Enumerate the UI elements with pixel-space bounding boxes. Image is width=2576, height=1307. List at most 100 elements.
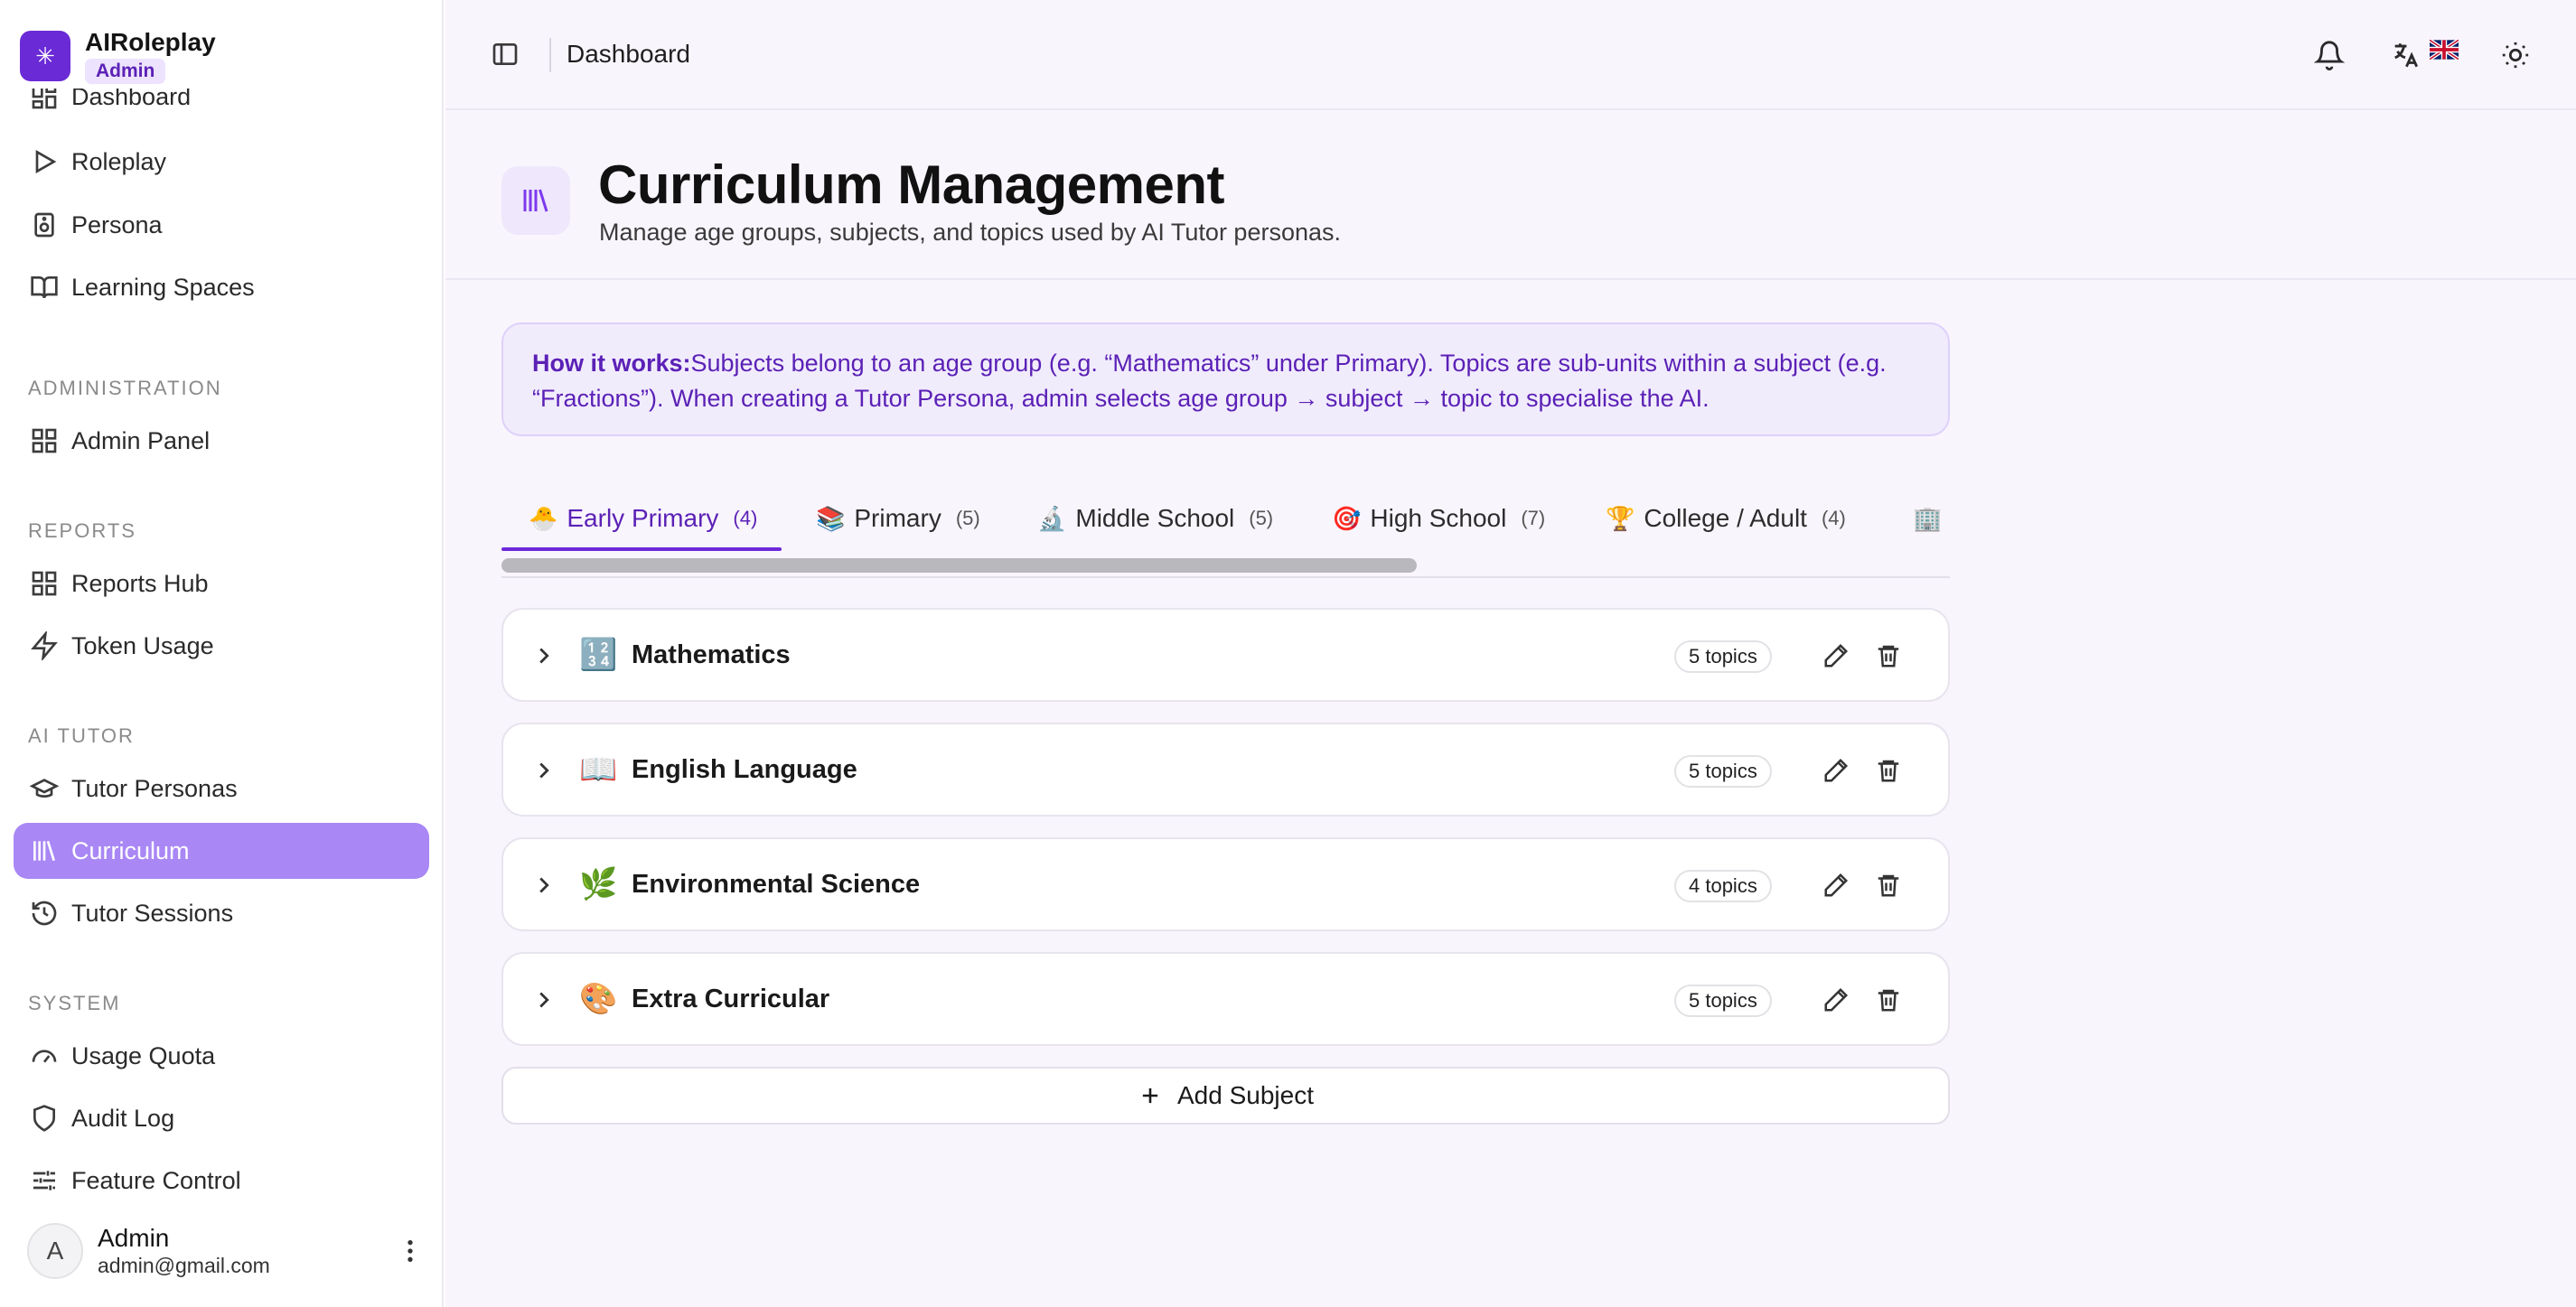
trash-icon[interactable] <box>1875 872 1902 899</box>
subject-name: English Language <box>632 755 857 784</box>
palette-icon: 🎨 <box>579 982 618 1016</box>
more-vertical-icon[interactable] <box>396 1237 425 1265</box>
subject-name: Extra Curricular <box>632 985 830 1013</box>
subject-row-mathematics[interactable]: 🔢 Mathematics 5 topics <box>501 608 1950 702</box>
sidebar-item-reports-hub[interactable]: Reports Hub <box>14 555 429 611</box>
speaker-icon <box>34 212 54 238</box>
chevron-right-icon[interactable] <box>530 642 557 669</box>
sidebar-item-tutor-personas[interactable]: Tutor Personas <box>14 761 429 817</box>
info-text: Subjects belong to an age group (e.g. “M… <box>532 350 1887 412</box>
page-subtitle: Manage age groups, subjects, and topics … <box>599 219 1342 246</box>
section-reports: REPORTS <box>28 519 136 542</box>
user-email: admin@gmail.com <box>98 1254 270 1277</box>
trash-icon[interactable] <box>1875 986 1902 1013</box>
bell-icon[interactable] <box>2314 40 2345 70</box>
pencil-icon[interactable] <box>1822 872 1850 899</box>
add-subject-button[interactable]: Add Subject <box>501 1067 1950 1125</box>
sidebar-item-label: Admin Panel <box>71 426 211 454</box>
tab-count: (5) <box>1249 507 1274 529</box>
section-system: SYSTEM <box>28 992 121 1014</box>
sidebar-item-label: Dashboard <box>71 89 192 110</box>
trash-icon[interactable] <box>1875 757 1902 784</box>
sidebar-item-curriculum[interactable]: Curriculum <box>14 823 429 879</box>
section-ai-tutor: AI TUTOR <box>28 724 135 747</box>
tabs-scrollbar[interactable] <box>501 558 1950 574</box>
subject-row-extra-curricular[interactable]: 🎨 Extra Curricular 5 topics <box>501 952 1950 1046</box>
sidebar-item-admin-panel[interactable]: Admin Panel <box>14 413 429 469</box>
chevron-right-icon[interactable] <box>530 872 557 899</box>
sidebar-nav: Dashboard Roleplay Persona Learning Spac… <box>0 89 444 1201</box>
sidebar-item-feature-control[interactable]: Feature Control <box>14 1153 429 1201</box>
role-badge: Admin <box>85 59 166 84</box>
tabs-divider <box>501 576 1950 578</box>
active-tab-indicator <box>501 547 782 551</box>
sidebar-item-label: Tutor Sessions <box>71 899 234 927</box>
layout-dashboard-icon <box>32 89 57 109</box>
tabs-scrollbar-thumb[interactable] <box>501 558 1417 573</box>
sidebar-toggle-icon[interactable] <box>491 40 520 69</box>
herb-icon: 🌿 <box>579 867 618 901</box>
topbar: Dashboard <box>445 0 2576 110</box>
history-icon <box>32 901 57 926</box>
sidebar: ✳ AIRoleplay Admin Dashboard Roleplay Pe… <box>0 0 444 1307</box>
shield-icon <box>33 1105 55 1132</box>
play-icon <box>35 150 57 173</box>
user-info: Admin admin@gmail.com <box>98 1224 270 1278</box>
pencil-icon[interactable] <box>1822 757 1850 784</box>
pencil-icon[interactable] <box>1822 986 1850 1013</box>
sidebar-item-usage-quota[interactable]: Usage Quota <box>14 1028 429 1084</box>
brand-text: AIRoleplay Admin <box>85 28 216 84</box>
section-administration: ADMINISTRATION <box>28 377 222 399</box>
page-title: Curriculum Management <box>598 154 1224 215</box>
add-subject-label: Add Subject <box>1177 1081 1314 1109</box>
chick-icon: 🐣 <box>529 504 558 532</box>
microscope-icon: 🔬 <box>1037 504 1067 532</box>
subject-name: Mathematics <box>632 640 791 669</box>
sidebar-item-roleplay[interactable]: Roleplay <box>14 134 429 190</box>
sidebar-item-label: Learning Spaces <box>71 273 255 301</box>
translate-icon[interactable] <box>2390 40 2421 70</box>
subject-row-environmental-science[interactable]: 🌿 Environmental Science 4 topics <box>501 837 1950 931</box>
tab-middle-school[interactable]: 🔬 Middle School (5) <box>1037 497 1273 540</box>
brand[interactable]: ✳ AIRoleplay Admin <box>20 28 216 84</box>
pencil-icon[interactable] <box>1822 642 1850 669</box>
sliders-icon <box>33 1171 55 1190</box>
trash-icon[interactable] <box>1875 642 1902 669</box>
grid-icon <box>32 571 57 596</box>
sidebar-item-tutor-sessions[interactable]: Tutor Sessions <box>14 885 429 941</box>
flag-uk-icon[interactable] <box>2430 40 2459 60</box>
sidebar-item-token-usage[interactable]: Token Usage <box>14 618 429 674</box>
chevron-right-icon[interactable] <box>530 986 557 1013</box>
library-icon <box>33 840 55 862</box>
sidebar-item-label: Reports Hub <box>71 569 209 597</box>
chevron-right-icon[interactable] <box>530 757 557 784</box>
tab-label: College / Adult <box>1644 504 1807 532</box>
sidebar-item-audit-log[interactable]: Audit Log <box>14 1090 429 1146</box>
sidebar-item-persona[interactable]: Persona <box>14 197 429 253</box>
main-content: Dashboard Curriculum Management Manage a… <box>445 0 2576 1307</box>
subject-row-english-language[interactable]: 📖 English Language 5 topics <box>501 723 1950 817</box>
book-open-icon <box>31 276 58 299</box>
numbers-icon: 🔢 <box>579 638 618 672</box>
gauge-icon <box>32 1050 57 1063</box>
sidebar-item-learning-spaces[interactable]: Learning Spaces <box>14 259 429 315</box>
open-book-icon: 📖 <box>579 752 618 787</box>
sidebar-item-dashboard[interactable]: Dashboard <box>14 89 429 125</box>
tab-early-primary[interactable]: 🐣 Early Primary (4) <box>529 497 757 540</box>
avatar: A <box>27 1223 83 1279</box>
topic-count-badge: 5 topics <box>1674 985 1772 1017</box>
user-profile[interactable]: A Admin admin@gmail.com <box>27 1219 425 1283</box>
tab-high-school[interactable]: 🎯 High School (7) <box>1332 497 1545 540</box>
sun-icon[interactable] <box>2500 40 2531 70</box>
sidebar-item-label: Feature Control <box>71 1166 241 1194</box>
books-icon: 📚 <box>816 504 846 532</box>
tab-primary[interactable]: 📚 Primary (5) <box>816 497 980 540</box>
tab-label: Early Primary <box>567 504 719 532</box>
tab-count: (7) <box>1521 507 1546 529</box>
tab-count: (4) <box>1821 507 1846 529</box>
sidebar-item-label: Tutor Personas <box>71 774 238 802</box>
tab-college-adult[interactable]: 🏆 College / Adult (4) <box>1606 497 1846 540</box>
tab-count: (4) <box>733 507 758 529</box>
sparkle-icon: ✳ <box>20 31 70 81</box>
tab-professional[interactable]: 🏢 <box>1913 497 1950 540</box>
